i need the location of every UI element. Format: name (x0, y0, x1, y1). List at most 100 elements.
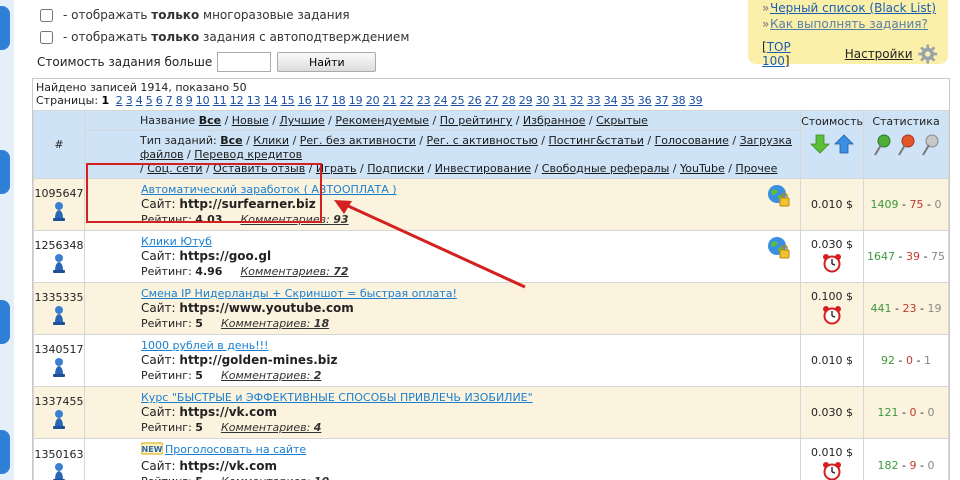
page-link[interactable]: 14 (264, 94, 278, 107)
page-link[interactable]: 36 (638, 94, 652, 107)
left-tab[interactable] (0, 430, 10, 474)
page-link[interactable]: 27 (485, 94, 499, 107)
page-link[interactable]: 4 (136, 94, 143, 107)
page-link[interactable]: 18 (332, 94, 346, 107)
user-pawn-icon[interactable] (34, 409, 84, 432)
autoconfirm-only-checkbox[interactable] (40, 30, 53, 44)
task-cost: 0.010 $ (811, 198, 854, 211)
page-link[interactable]: 35 (621, 94, 635, 107)
page-link[interactable]: 11 (213, 94, 227, 107)
name-filter-link[interactable]: Избранное (523, 114, 585, 127)
type-filter-link[interactable]: Свободные рефералы (542, 162, 670, 175)
task-title-link[interactable]: Курс "БЫСТРЫЕ и ЭФФЕКТИВНЫЕ СПОСОБЫ ПРИВ… (141, 391, 533, 404)
page-link[interactable]: 9 (186, 94, 193, 107)
page-link[interactable]: 3 (126, 94, 133, 107)
page-link[interactable]: 7 (166, 94, 173, 107)
type-filter-link[interactable]: Оставить отзыв (213, 162, 305, 175)
type-filter-link[interactable]: Играть (316, 162, 357, 175)
black-list-link[interactable]: Черный список (Black List) (762, 0, 938, 16)
left-tab[interactable] (0, 6, 10, 50)
page-link[interactable]: 5 (146, 94, 153, 107)
name-filter-link[interactable]: Все (199, 114, 221, 127)
page-link[interactable]: 38 (672, 94, 686, 107)
type-filter-link[interactable]: Перевод кредитов (194, 148, 302, 161)
page-link[interactable]: 10 (196, 94, 210, 107)
page-link[interactable]: 39 (689, 94, 703, 107)
page-link[interactable]: 31 (553, 94, 567, 107)
gray-pin-icon[interactable] (921, 134, 939, 156)
comments-link[interactable]: Комментариев: 10 (221, 475, 329, 480)
page-link[interactable]: 22 (400, 94, 414, 107)
type-filter-link[interactable]: Постинг&статьи (548, 134, 643, 147)
type-filter-link[interactable]: Голосование (655, 134, 729, 147)
min-cost-input[interactable] (217, 52, 272, 72)
page-link[interactable]: 33 (587, 94, 601, 107)
type-filter-link[interactable]: Инвестирование (435, 162, 531, 175)
sort-up-arrow-icon[interactable] (834, 134, 854, 154)
rating-label: Рейтинг: (141, 265, 192, 278)
comments-link[interactable]: Комментариев: 2 (221, 369, 322, 382)
page-link[interactable]: 15 (281, 94, 295, 107)
rating-value: 5 (195, 317, 203, 330)
user-pawn-icon[interactable] (34, 305, 84, 328)
page-link[interactable]: 32 (570, 94, 584, 107)
stat-rejected: 39 (906, 250, 920, 263)
task-cost-cell: 0.010 $ (800, 438, 864, 480)
how-to-link[interactable]: Как выполнять задания? (762, 16, 938, 32)
type-filter-link[interactable]: Клики (253, 134, 289, 147)
sort-down-arrow-icon[interactable] (810, 134, 830, 154)
page-link[interactable]: 25 (451, 94, 465, 107)
name-filter-link[interactable]: Рекомендуемые (335, 114, 429, 127)
page-link[interactable]: 30 (536, 94, 550, 107)
page-link[interactable]: 28 (502, 94, 516, 107)
page-link[interactable]: 2 (116, 94, 123, 107)
page-link[interactable]: 29 (519, 94, 533, 107)
page-link[interactable]: 37 (655, 94, 669, 107)
task-title-link[interactable]: 1000 рублей в день!!! (141, 339, 268, 352)
comments-count: 18 (313, 317, 330, 330)
page-link[interactable]: 34 (604, 94, 618, 107)
red-pin-icon[interactable] (897, 134, 915, 156)
page-link[interactable]: 8 (176, 94, 183, 107)
page-link[interactable]: 12 (230, 94, 244, 107)
page-link[interactable]: 24 (434, 94, 448, 107)
user-pawn-icon[interactable] (34, 357, 84, 380)
page-link[interactable]: 13 (247, 94, 261, 107)
task-title-link[interactable]: Клики Ютуб (141, 235, 212, 248)
type-filter-link[interactable]: Прочее (735, 162, 777, 175)
left-tab[interactable] (0, 150, 10, 194)
page-link[interactable]: 23 (417, 94, 431, 107)
page-link[interactable]: 21 (383, 94, 397, 107)
green-pin-icon[interactable] (873, 134, 891, 156)
type-filter-link[interactable]: Рег. без активности (300, 134, 416, 147)
task-title-link[interactable]: Проголосовать на сайте (165, 443, 306, 456)
type-filter-link[interactable]: Рег. с активностью (427, 134, 538, 147)
comments-link[interactable]: Комментариев: 4 (221, 421, 322, 434)
page-link[interactable]: 17 (315, 94, 329, 107)
name-filter-link[interactable]: По рейтингу (440, 114, 512, 127)
page-link[interactable]: 26 (468, 94, 482, 107)
type-filter-link[interactable]: Все (220, 134, 242, 147)
task-cost: 0.010 $ (811, 354, 854, 367)
gear-icon[interactable] (917, 43, 939, 65)
page-link[interactable]: 20 (366, 94, 380, 107)
name-filter-link[interactable]: Скрытые (596, 114, 648, 127)
settings-link[interactable]: Настройки (845, 47, 913, 61)
user-pawn-icon[interactable] (34, 462, 84, 480)
reusable-only-checkbox[interactable] (40, 8, 53, 22)
name-filter-link[interactable]: Новые (232, 114, 269, 127)
comments-link[interactable]: Комментариев: 18 (221, 317, 329, 330)
type-filter-link[interactable]: Соц. сети (147, 162, 202, 175)
rating-label: Рейтинг: (141, 317, 192, 330)
page-link[interactable]: 6 (156, 94, 163, 107)
user-pawn-icon[interactable] (34, 201, 84, 224)
page-link[interactable]: 19 (349, 94, 363, 107)
type-filter-link[interactable]: Подписки (367, 162, 424, 175)
name-filter-link[interactable]: Лучшие (279, 114, 324, 127)
find-button[interactable]: Найти (277, 52, 377, 72)
type-filter-link[interactable]: YouTube (680, 162, 725, 175)
left-tab[interactable] (0, 300, 10, 344)
comments-label: Комментариев: (221, 475, 310, 480)
page-link[interactable]: 16 (298, 94, 312, 107)
user-pawn-icon[interactable] (34, 253, 84, 276)
